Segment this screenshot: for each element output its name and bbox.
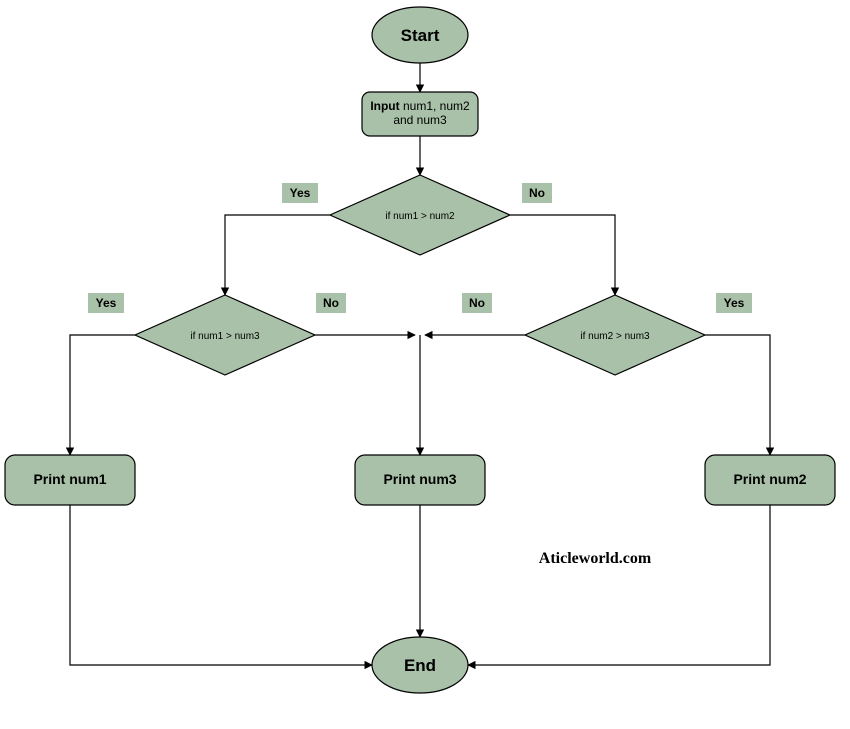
- input-bold: Input: [370, 99, 399, 113]
- edge-dec3-yes: [705, 335, 770, 455]
- decision3-label: if num2 > num3: [580, 331, 650, 342]
- print3-label: Print num3: [383, 471, 456, 487]
- watermark-text: Aticleworld.com: [539, 550, 652, 567]
- input-rest: num1, num2: [400, 99, 470, 113]
- start-label: Start: [401, 26, 440, 45]
- dec2-yes-label: Yes: [96, 296, 117, 310]
- decision2-label: if num1 > num3: [190, 331, 260, 342]
- end-label: End: [404, 656, 436, 675]
- print2-label: Print num2: [733, 471, 806, 487]
- flowchart-canvas: Start Input num1, num2 and num3 if num1 …: [0, 0, 850, 729]
- dec1-yes-label: Yes: [290, 186, 311, 200]
- edge-dec1-no: [510, 215, 615, 295]
- edge-print1-end: [70, 505, 372, 665]
- dec3-yes-label: Yes: [724, 296, 745, 310]
- print1-label: Print num1: [33, 471, 106, 487]
- edge-dec1-yes: [225, 215, 330, 295]
- input-line1: Input num1, num2: [370, 99, 470, 113]
- dec3-no-label: No: [469, 296, 485, 310]
- input-line2: and num3: [393, 113, 447, 127]
- decision1-label: if num1 > num2: [385, 211, 455, 222]
- dec1-no-label: No: [529, 186, 545, 200]
- dec2-no-label: No: [323, 296, 339, 310]
- edge-print2-end: [468, 505, 770, 665]
- edge-dec2-yes: [70, 335, 135, 455]
